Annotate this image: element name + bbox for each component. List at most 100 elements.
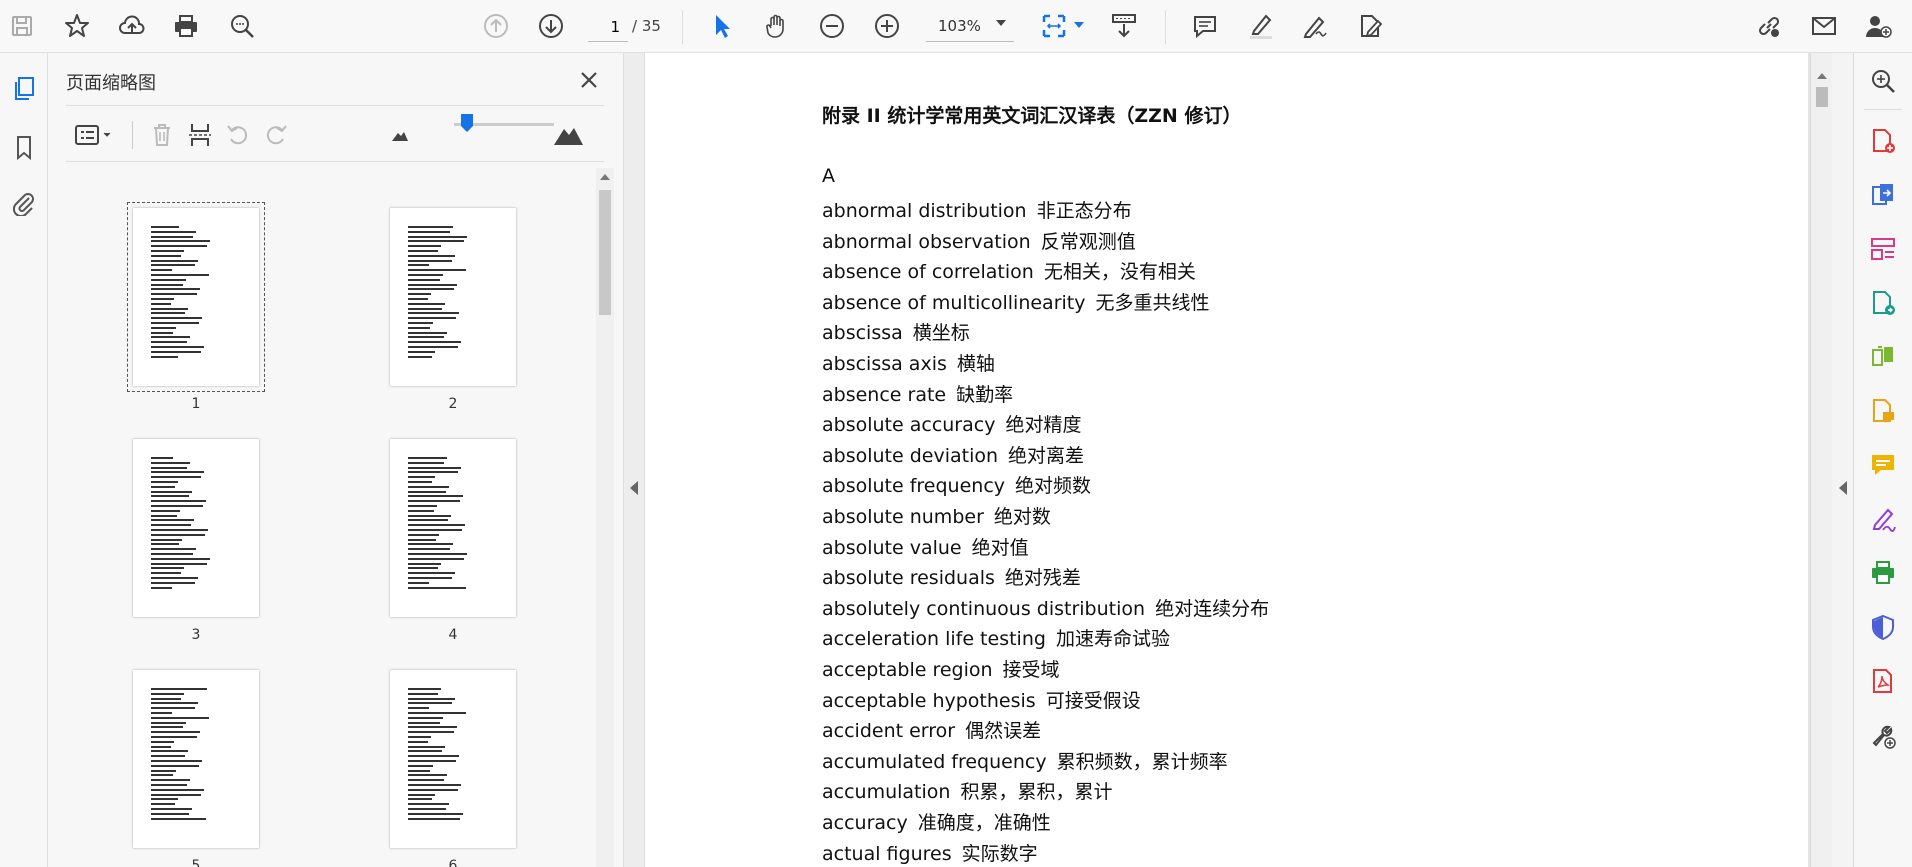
left-navigation-rail — [0, 53, 48, 867]
page-thumbnail[interactable] — [390, 208, 516, 386]
fit-page-icon[interactable] — [1036, 8, 1072, 44]
close-icon[interactable] — [574, 65, 604, 95]
bookmark-icon[interactable] — [4, 127, 44, 167]
pdf-standards-icon[interactable] — [1865, 663, 1901, 699]
thumbnail-text-line — [151, 302, 171, 305]
comment-pdf-icon[interactable] — [1865, 393, 1901, 429]
panel-collapse-handle[interactable] — [623, 53, 645, 867]
thumbnail-options-icon[interactable] — [72, 117, 116, 153]
english-term: absolute value — [822, 536, 962, 559]
tools-pane-toggle[interactable] — [1832, 53, 1854, 867]
highlight-icon[interactable] — [1243, 8, 1279, 44]
add-user-icon[interactable] — [1860, 8, 1896, 44]
scroll-up-icon[interactable] — [600, 174, 610, 180]
thumbnail-text-line — [408, 230, 450, 233]
export-pdf-icon[interactable] — [1865, 177, 1901, 213]
scroll-thumb[interactable] — [599, 190, 611, 315]
section-letter: A — [822, 165, 835, 187]
english-term: absolute accuracy — [822, 414, 996, 437]
compare-icon[interactable] — [1865, 339, 1901, 375]
thumbnail-text-line — [408, 557, 464, 560]
page-thumbnail[interactable] — [133, 439, 259, 617]
document-scrollbar[interactable] — [1810, 53, 1832, 867]
comment-icon[interactable] — [1187, 8, 1223, 44]
page-thumbnail[interactable] — [133, 670, 259, 848]
thumbnail-text-line — [408, 254, 455, 257]
next-page-icon[interactable] — [533, 8, 569, 44]
edit-pdf-icon[interactable] — [1865, 285, 1901, 321]
page-thumbnail[interactable] — [390, 439, 516, 617]
zoom-level-select[interactable]: 103% — [926, 12, 1014, 42]
sign-icon[interactable] — [1297, 8, 1333, 44]
rotate-left-icon[interactable] — [220, 117, 256, 153]
chevron-down-icon[interactable] — [996, 20, 1006, 26]
comment-tool-icon[interactable] — [1865, 447, 1901, 483]
organize-pages-icon[interactable] — [1865, 231, 1901, 267]
chinese-translation: 非正态分布 — [1036, 200, 1132, 222]
scroll-mode-icon[interactable] — [1106, 8, 1142, 44]
print-production-icon[interactable] — [1865, 555, 1901, 591]
email-icon[interactable] — [1806, 8, 1842, 44]
zoom-search-icon[interactable] — [1865, 63, 1901, 99]
thumbnail-text-line — [408, 697, 455, 700]
chinese-translation: 加速寿命试验 — [1055, 628, 1170, 651]
attachment-icon[interactable] — [4, 183, 44, 223]
thumbnail-text-line — [408, 707, 429, 710]
chevron-left-icon[interactable] — [1839, 481, 1847, 495]
thumbnail-text-line — [151, 481, 178, 483]
rotate-right-icon[interactable] — [258, 117, 294, 153]
thumbnail-text-line — [151, 331, 173, 334]
fit-dropdown-icon[interactable] — [1074, 22, 1084, 28]
thumbnail-text-line — [408, 288, 454, 291]
split-page-icon[interactable] — [182, 117, 218, 153]
prev-page-icon[interactable] — [478, 8, 514, 44]
thumbnail-text-line — [408, 726, 457, 729]
thumbnail-text-line — [151, 740, 174, 743]
thumbnail-text-line — [408, 779, 444, 782]
scroll-up-icon[interactable] — [1817, 73, 1827, 79]
star-icon[interactable] — [59, 8, 95, 44]
thumbnail-text-line — [408, 274, 443, 276]
page-thumbnails-icon[interactable] — [4, 69, 44, 109]
thumbnail-text-line — [151, 529, 208, 531]
chinese-translation: 横坐标 — [912, 322, 970, 345]
zoom-out-icon[interactable] — [814, 8, 850, 44]
chinese-translation: 无相关，没有相关 — [1043, 261, 1196, 284]
glossary-entry: abscissa 横坐标 — [822, 318, 970, 345]
thumbnail-text-line — [151, 731, 200, 734]
thumbnail-text-line — [151, 764, 199, 767]
small-mountain-icon[interactable] — [382, 117, 418, 153]
thumbnail-grid: 1 2 3 4 5 6 — [48, 171, 594, 867]
page-thumbnail[interactable] — [390, 670, 516, 848]
thumbnail-text-line — [408, 702, 452, 705]
hand-icon[interactable] — [759, 8, 795, 44]
thumbnail-text-line — [408, 307, 442, 310]
share-link-icon[interactable] — [1751, 8, 1787, 44]
chinese-translation: 绝对值 — [971, 536, 1029, 559]
slider-handle[interactable] — [460, 113, 474, 133]
page-number-input[interactable] — [588, 12, 628, 42]
cloud-upload-icon[interactable] — [114, 8, 150, 44]
thumbnail-text-line — [408, 553, 467, 555]
search-icon[interactable] — [224, 8, 260, 44]
top-toolbar: / 35 103% — [0, 0, 1912, 53]
panel-scrollbar[interactable] — [596, 168, 614, 867]
print-icon[interactable] — [168, 8, 204, 44]
fill-sign-icon[interactable] — [1865, 501, 1901, 537]
large-mountain-icon[interactable] — [550, 117, 586, 153]
protect-icon[interactable] — [1865, 609, 1901, 645]
more-tools-icon[interactable] — [1865, 717, 1901, 753]
create-pdf-icon[interactable] — [1865, 123, 1901, 159]
delete-icon[interactable] — [144, 117, 180, 153]
thumbnail-text-line — [408, 350, 435, 353]
thumbnail-text-line — [151, 490, 192, 493]
thumbnail-text-line — [151, 264, 195, 267]
save-icon[interactable] — [4, 8, 40, 44]
zoom-in-icon[interactable] — [869, 8, 905, 44]
scroll-thumb[interactable] — [1816, 87, 1828, 107]
edit-icon[interactable] — [1352, 8, 1388, 44]
chevron-left-icon[interactable] — [630, 481, 638, 495]
page-thumbnail[interactable] — [127, 202, 265, 392]
thumbnail-text-line — [151, 457, 173, 459]
select-cursor-icon[interactable] — [704, 8, 740, 44]
